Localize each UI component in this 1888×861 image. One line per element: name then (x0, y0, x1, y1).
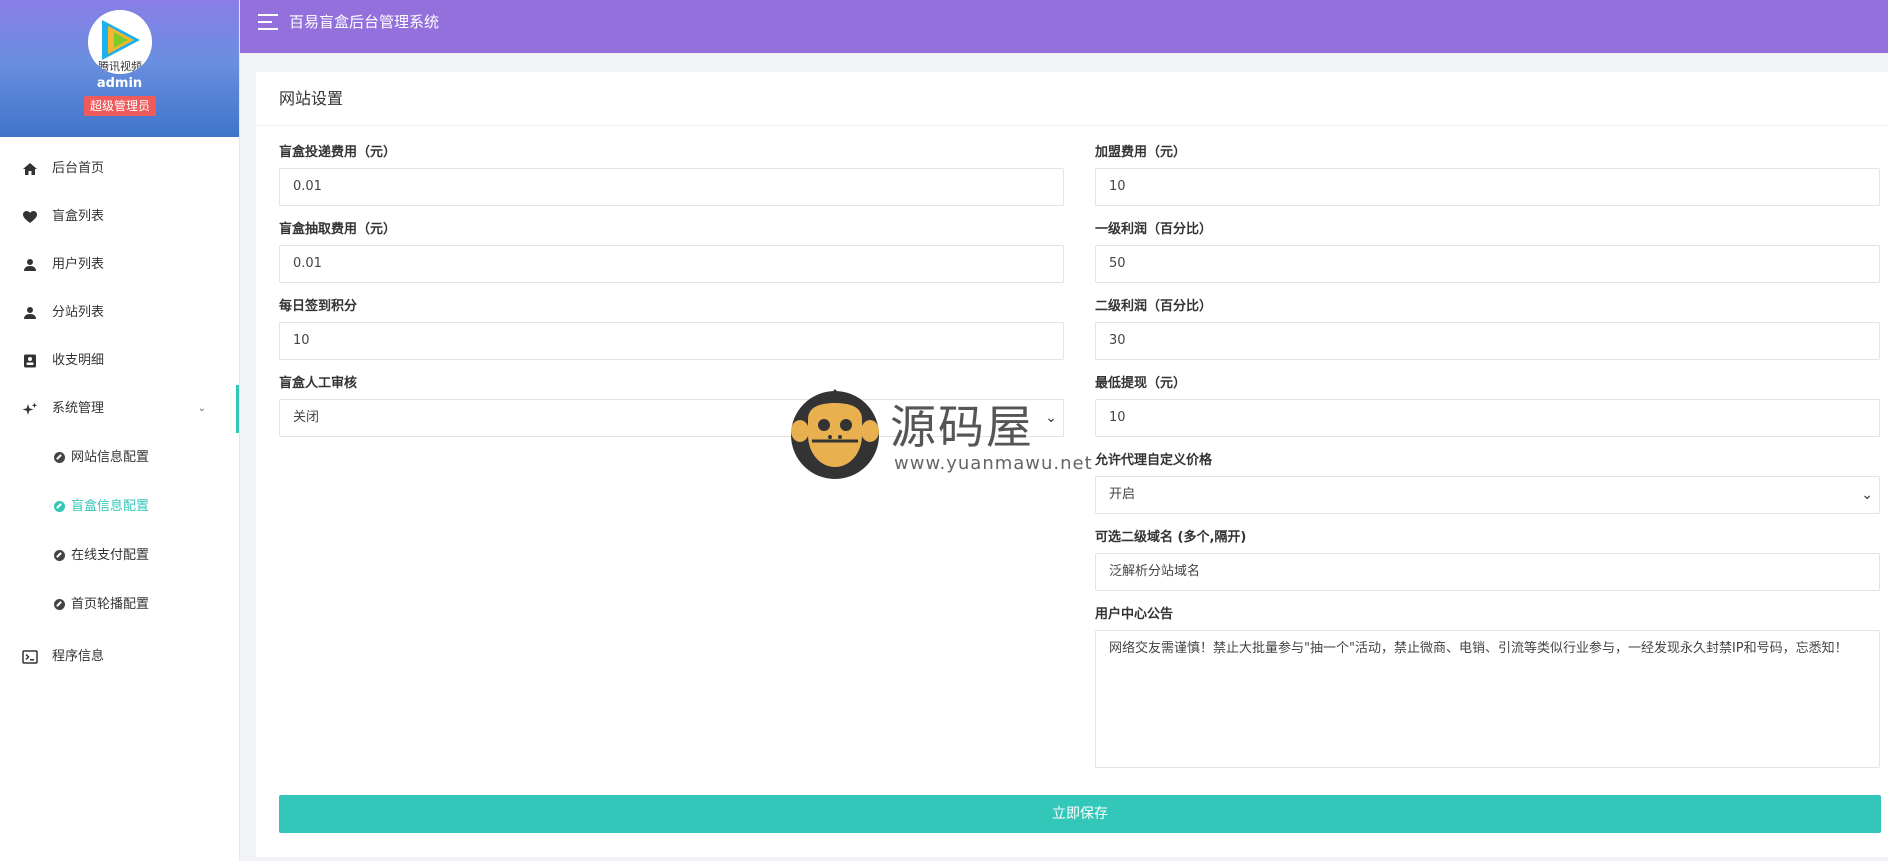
sidebar-item-program-info[interactable]: 程序信息 (0, 633, 239, 681)
sidebar-subitem-blindbox-config[interactable]: 盲盒信息配置 (0, 482, 239, 531)
compass-icon (54, 452, 65, 463)
ledger-icon (22, 354, 38, 368)
field-min-withdraw: 最低提现（元） 10 (1095, 373, 1880, 437)
field-level2-profit: 二级利润（百分比） 30 (1095, 296, 1880, 360)
role-badge: 超级管理员 (84, 96, 156, 116)
level2-profit-input[interactable]: 30 (1095, 322, 1880, 360)
manual-review-select[interactable]: 关闭 ⌄ (279, 399, 1064, 437)
user-notice-textarea[interactable]: 网络交友需谨慎！禁止大批量参与"抽一个"活动，禁止微商、电销、引流等类似行业参与… (1095, 630, 1880, 768)
field-label: 盲盒抽取费用（元） (279, 222, 397, 237)
field-label: 最低提现（元） (1095, 376, 1187, 391)
field-level1-profit: 一级利润（百分比） 50 (1095, 219, 1880, 283)
field-draw-fee: 盲盒抽取费用（元） 0.01 (279, 219, 1064, 283)
field-agent-custom-price: 允许代理自定义价格 开启 ⌄ (1095, 450, 1880, 514)
field-label: 可选二级域名 (多个,隔开) (1095, 530, 1247, 545)
field-label: 用户中心公告 (1095, 607, 1174, 622)
admin-name: admin (96, 76, 143, 91)
field-label: 盲盒投递费用（元） (279, 145, 397, 160)
select-value: 开启 (1109, 487, 1136, 502)
sidebar: 腾讯视频 admin 超级管理员 后台首页 盲盒列表 用户列表 分站列表 收支明… (0, 0, 240, 861)
chevron-down-icon: ⌄ (197, 403, 206, 414)
chevron-down-icon: ⌄ (1045, 410, 1057, 426)
sidebar-item-system-management[interactable]: 系统管理 ⌄ (0, 385, 239, 433)
sidebar-item-label: 程序信息 (52, 649, 105, 664)
agent-custom-price-select[interactable]: 开启 ⌄ (1095, 476, 1880, 514)
user-icon (22, 258, 38, 272)
sparkle-icon (22, 402, 38, 416)
select-value: 关闭 (293, 410, 320, 425)
sidebar-menu: 后台首页 盲盒列表 用户列表 分站列表 收支明细 系统管理 ⌄ 网站信息配置 盲… (0, 137, 239, 681)
settings-card: 网站设置 盲盒投递费用（元） 0.01 盲盒抽取费用（元） 0.01 每日签到积… (256, 72, 1888, 857)
sidebar-item-label: 盲盒列表 (52, 209, 105, 224)
sidebar-subitem-label: 盲盒信息配置 (71, 499, 150, 514)
field-label: 加盟费用（元） (1095, 145, 1187, 160)
app-title: 百易盲盒后台管理系统 (289, 13, 440, 31)
home-icon (22, 162, 38, 176)
form-left-column: 盲盒投递费用（元） 0.01 盲盒抽取费用（元） 0.01 每日签到积分 10 … (279, 142, 1064, 450)
field-label: 允许代理自定义价格 (1095, 453, 1213, 468)
field-label: 每日签到积分 (279, 299, 358, 314)
min-withdraw-input[interactable]: 10 (1095, 399, 1880, 437)
tencent-video-logo-icon: 腾讯视频 (88, 10, 152, 74)
sidebar-item-label: 后台首页 (52, 161, 105, 176)
sidebar-item-label: 收支明细 (52, 353, 105, 368)
form-right-column: 加盟费用（元） 10 一级利润（百分比） 50 二级利润（百分比） 30 最低提… (1095, 142, 1880, 781)
sidebar-subitem-payment-config[interactable]: 在线支付配置 (0, 531, 239, 580)
heart-icon (22, 210, 38, 224)
compass-icon (54, 599, 65, 610)
field-manual-review: 盲盒人工审核 关闭 ⌄ (279, 373, 1064, 437)
sidebar-item-user-list[interactable]: 用户列表 (0, 241, 239, 289)
sidebar-item-blindbox-list[interactable]: 盲盒列表 (0, 193, 239, 241)
field-label: 盲盒人工审核 (279, 376, 358, 391)
sidebar-item-label: 用户列表 (52, 257, 105, 272)
field-subdomains: 可选二级域名 (多个,隔开) 泛解析分站域名 (1095, 527, 1880, 591)
sidebar-item-substation-list[interactable]: 分站列表 (0, 289, 239, 337)
sidebar-item-label: 系统管理 (52, 401, 105, 416)
avatar-text: 腾讯视频 (98, 59, 142, 73)
avatar[interactable]: 腾讯视频 (88, 10, 152, 74)
subdomains-input[interactable]: 泛解析分站域名 (1095, 553, 1880, 591)
compass-icon (54, 550, 65, 561)
sidebar-subitem-site-config[interactable]: 网站信息配置 (0, 433, 239, 482)
daily-checkin-points-input[interactable]: 10 (279, 322, 1064, 360)
field-label: 二级利润（百分比） (1095, 299, 1213, 314)
page-title: 网站设置 (256, 72, 1888, 126)
menu-toggle-icon[interactable] (258, 14, 278, 30)
compass-icon (54, 501, 65, 512)
delivery-fee-input[interactable]: 0.01 (279, 168, 1064, 206)
save-button[interactable]: 立即保存 (279, 795, 1881, 833)
sidebar-subitem-label: 首页轮播配置 (71, 597, 150, 612)
sidebar-item-label: 分站列表 (52, 305, 105, 320)
field-user-notice: 用户中心公告 网络交友需谨慎！禁止大批量参与"抽一个"活动，禁止微商、电销、引流… (1095, 604, 1880, 768)
user-icon (22, 306, 38, 320)
field-label: 一级利润（百分比） (1095, 222, 1213, 237)
topbar: 百易盲盒后台管理系统 (240, 0, 1888, 53)
chevron-down-icon: ⌄ (1861, 487, 1873, 503)
franchise-fee-input[interactable]: 10 (1095, 168, 1880, 206)
sidebar-subitem-carousel-config[interactable]: 首页轮播配置 (0, 580, 239, 629)
sidebar-subitem-label: 网站信息配置 (71, 450, 150, 465)
field-franchise-fee: 加盟费用（元） 10 (1095, 142, 1880, 206)
sidebar-subitem-label: 在线支付配置 (71, 548, 150, 563)
draw-fee-input[interactable]: 0.01 (279, 245, 1064, 283)
sidebar-item-ledger[interactable]: 收支明细 (0, 337, 239, 385)
sidebar-item-home[interactable]: 后台首页 (0, 145, 239, 193)
field-delivery-fee: 盲盒投递费用（元） 0.01 (279, 142, 1064, 206)
terminal-icon (22, 650, 38, 664)
field-daily-checkin-points: 每日签到积分 10 (279, 296, 1064, 360)
level1-profit-input[interactable]: 50 (1095, 245, 1880, 283)
sidebar-header: 腾讯视频 admin 超级管理员 (0, 0, 239, 137)
